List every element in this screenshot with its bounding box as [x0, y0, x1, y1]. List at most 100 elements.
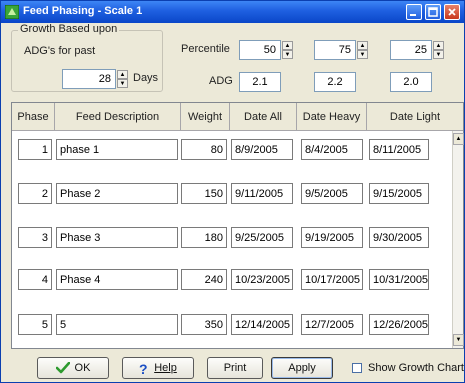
print-button-label: Print: [223, 362, 247, 374]
percentile-all-spinner[interactable]: ▲ ▼: [282, 41, 293, 59]
spin-down-icon[interactable]: ▼: [117, 79, 128, 88]
date-light-cell: 10/31/2005: [369, 269, 429, 290]
description-cell[interactable]: Phase 3: [56, 227, 178, 248]
ok-button[interactable]: OK: [37, 357, 109, 379]
date-all-cell: 8/9/2005: [231, 139, 293, 160]
help-button-label: Help: [154, 362, 177, 374]
spin-down-icon[interactable]: ▼: [433, 50, 444, 59]
table-row: 1 phase 1 80 8/9/2005 8/4/2005 8/11/2005: [12, 137, 452, 175]
spin-down-icon[interactable]: ▼: [357, 50, 368, 59]
title-bar[interactable]: Feed Phasing - Scale 1: [1, 1, 464, 23]
date-light-cell: 12/26/2005: [369, 314, 429, 335]
spin-down-icon[interactable]: ▼: [282, 50, 293, 59]
spin-up-icon[interactable]: ▲: [433, 41, 444, 50]
phase-cell[interactable]: 4: [18, 269, 52, 290]
app-icon: [5, 5, 19, 19]
percentile-light-input[interactable]: 25: [390, 40, 432, 60]
description-cell[interactable]: phase 1: [56, 139, 178, 160]
question-mark-icon: ?: [139, 362, 148, 375]
date-heavy-cell: 9/19/2005: [301, 227, 363, 248]
adg-light-value: 2.0: [403, 76, 419, 88]
percentile-all-value: 50: [263, 44, 276, 56]
percentile-label: Percentile: [181, 43, 230, 55]
vertical-scrollbar[interactable]: ▲ ▼: [452, 131, 464, 348]
date-all-cell: 10/23/2005: [231, 269, 293, 290]
date-heavy-cell: 12/7/2005: [301, 314, 363, 335]
svg-text:?: ?: [139, 362, 148, 375]
table-row: 3 Phase 3 180 9/25/2005 9/19/2005 9/30/2…: [12, 225, 452, 263]
spin-up-icon[interactable]: ▲: [357, 41, 368, 50]
date-all-cell: 9/11/2005: [231, 183, 293, 204]
growth-group-box: Growth Based upon ADG's for past 28 ▲ ▼ …: [11, 23, 163, 92]
apply-button-label: Apply: [288, 362, 316, 374]
adg-all-field: 2.1: [239, 72, 281, 92]
days-input[interactable]: 28: [62, 69, 116, 89]
help-button[interactable]: ? Help: [122, 357, 194, 379]
percentile-heavy-input[interactable]: 75: [314, 40, 356, 60]
spin-up-icon[interactable]: ▲: [282, 41, 293, 50]
table-row: 4 Phase 4 240 10/23/2005 10/17/2005 10/3…: [12, 267, 452, 305]
minimize-icon: [410, 14, 416, 16]
percentile-light-spinner[interactable]: ▲ ▼: [433, 41, 444, 59]
print-button[interactable]: Print: [207, 357, 263, 379]
window-title: Feed Phasing - Scale 1: [23, 5, 143, 17]
column-header-feed-description[interactable]: Feed Description: [55, 103, 181, 130]
maximize-icon: [428, 7, 438, 17]
weight-cell[interactable]: 150: [181, 183, 227, 204]
phase-cell[interactable]: 1: [18, 139, 52, 160]
show-growth-chart-checkbox[interactable]: [352, 363, 362, 373]
ok-button-label: OK: [74, 362, 91, 374]
column-header-weight[interactable]: Weight: [181, 103, 230, 130]
weight-cell[interactable]: 240: [181, 269, 227, 290]
apply-button[interactable]: Apply: [271, 357, 333, 379]
feed-phase-grid: Phase Feed Description Weight Date All D…: [11, 102, 464, 349]
column-header-date-light[interactable]: Date Light: [367, 103, 463, 130]
phase-cell[interactable]: 3: [18, 227, 52, 248]
table-row: 5 5 350 12/14/2005 12/7/2005 12/26/2005: [12, 312, 452, 350]
adg-all-value: 2.1: [252, 76, 268, 88]
phase-cell[interactable]: 5: [18, 314, 52, 335]
feed-phasing-window: Feed Phasing - Scale 1 Growth Based upon…: [0, 0, 465, 383]
show-growth-chart-label[interactable]: Show Growth Chart: [368, 362, 464, 374]
scroll-up-icon[interactable]: ▲: [453, 133, 464, 145]
days-value: 28: [98, 73, 111, 85]
checkmark-icon: [55, 362, 70, 374]
days-spinner[interactable]: ▲ ▼: [117, 70, 128, 88]
date-light-cell: 8/11/2005: [369, 139, 429, 160]
percentile-heavy-value: 75: [338, 44, 351, 56]
phase-cell[interactable]: 2: [18, 183, 52, 204]
percentile-all-input[interactable]: 50: [239, 40, 281, 60]
description-cell[interactable]: Phase 2: [56, 183, 178, 204]
column-header-date-all[interactable]: Date All: [230, 103, 297, 130]
weight-cell[interactable]: 80: [181, 139, 227, 160]
date-heavy-cell: 10/17/2005: [301, 269, 363, 290]
date-all-cell: 12/14/2005: [231, 314, 293, 335]
grid-header: Phase Feed Description Weight Date All D…: [12, 103, 463, 131]
description-cell[interactable]: 5: [56, 314, 178, 335]
close-icon: [448, 8, 456, 16]
days-unit-label: Days: [133, 72, 159, 84]
maximize-button[interactable]: [425, 4, 441, 20]
column-header-date-heavy[interactable]: Date Heavy: [297, 103, 367, 130]
weight-cell[interactable]: 180: [181, 227, 227, 248]
percentile-light-value: 25: [414, 44, 427, 56]
description-cell[interactable]: Phase 4: [56, 269, 178, 290]
adg-label: ADG: [209, 75, 233, 87]
date-heavy-cell: 9/5/2005: [301, 183, 363, 204]
minimize-button[interactable]: [406, 4, 422, 20]
spin-up-icon[interactable]: ▲: [117, 70, 128, 79]
adg-past-label: ADG's for past: [24, 45, 96, 57]
close-button[interactable]: [444, 4, 460, 20]
adg-heavy-value: 2.2: [327, 76, 343, 88]
weight-cell[interactable]: 350: [181, 314, 227, 335]
percentile-heavy-spinner[interactable]: ▲ ▼: [357, 41, 368, 59]
date-all-cell: 9/25/2005: [231, 227, 293, 248]
date-light-cell: 9/30/2005: [369, 227, 429, 248]
adg-light-field: 2.0: [390, 72, 432, 92]
growth-group-legend: Growth Based upon: [18, 23, 120, 35]
adg-heavy-field: 2.2: [314, 72, 356, 92]
scroll-down-icon[interactable]: ▼: [453, 334, 464, 346]
column-header-phase[interactable]: Phase: [12, 103, 55, 130]
date-light-cell: 9/15/2005: [369, 183, 429, 204]
date-heavy-cell: 8/4/2005: [301, 139, 363, 160]
